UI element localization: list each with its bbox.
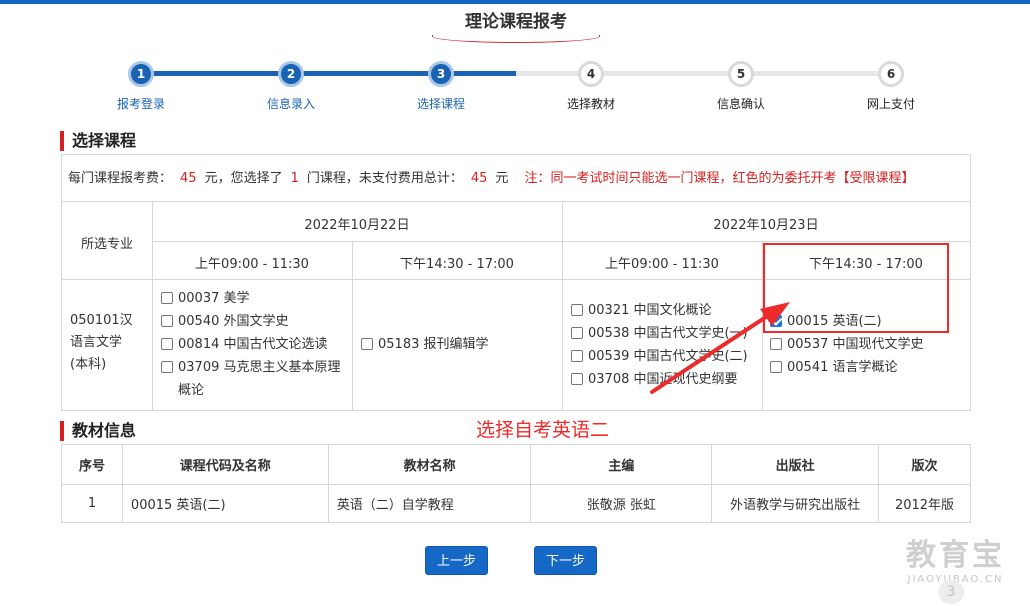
watermark-text: 教育宝 [906, 538, 1005, 573]
cell-course: 00015 英语(二) [121, 484, 329, 523]
textbook-table: 序号 课程代码及名称 教材名称 主编 出版社 版次 1 00015 英语(二) … [61, 444, 971, 523]
col-header-index: 序号 [61, 444, 123, 485]
next-step-button[interactable]: 下一步 [534, 546, 597, 575]
col-header-edition: 版次 [878, 444, 971, 485]
cell-publisher: 外语教学与研究出版社 [711, 484, 880, 523]
table-header-row: 序号 课程代码及名称 教材名称 主编 出版社 版次 [61, 444, 971, 485]
prev-step-button[interactable]: 上一步 [425, 546, 488, 575]
cell-editor: 张敬源 张虹 [530, 484, 713, 523]
watermark-logo: 教育宝 JIAOYUBAO.CN 3 [898, 530, 1013, 604]
annotation-text: 选择自考英语二 [476, 419, 610, 441]
cell-edition: 2012年版 [878, 484, 971, 523]
col-header-publisher: 出版社 [711, 444, 880, 485]
col-header-course: 课程代码及名称 [121, 444, 329, 485]
table-row: 1 00015 英语(二) 英语（二）自学教程 张敬源 张虹 外语教学与研究出版… [61, 484, 971, 523]
cell-textbook: 英语（二）自学教程 [327, 484, 532, 523]
watermark-badge: 3 [938, 580, 964, 604]
col-header-editor: 主编 [530, 444, 713, 485]
col-header-textbook: 教材名称 [327, 444, 532, 485]
section-heading-textbook: 教材信息 [60, 421, 136, 441]
cell-index: 1 [61, 484, 123, 523]
